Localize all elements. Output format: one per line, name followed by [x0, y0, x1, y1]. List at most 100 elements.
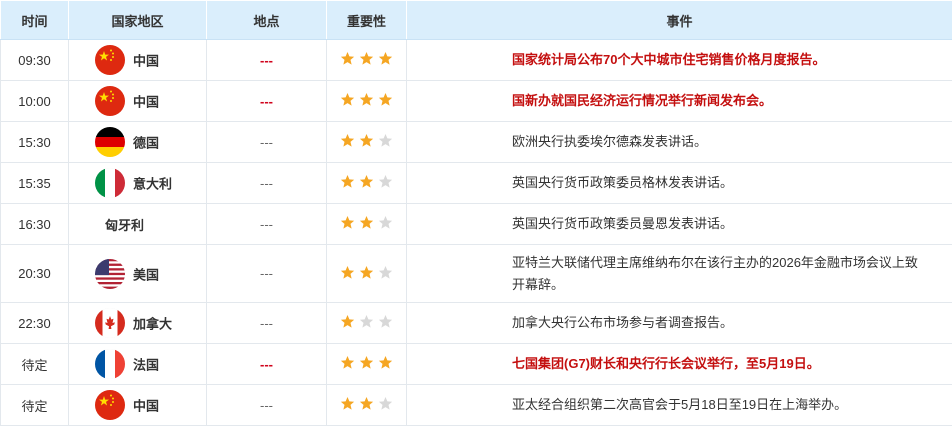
header-region: 国家地区 — [68, 0, 207, 40]
star-empty-icon — [359, 314, 374, 329]
country-name: 美国 — [133, 267, 160, 282]
china-flag-icon — [95, 86, 125, 116]
table-row: 15:30 德国 --- 欧洲央行执委埃尔德森发表讲话。 — [0, 121, 952, 163]
row-event: 七国集团(G7)财长和央行行长会议举行，至5月19日。 — [406, 343, 952, 385]
star-filled-icon — [378, 355, 393, 370]
star-filled-icon — [359, 215, 374, 230]
star-filled-icon — [340, 51, 355, 66]
row-location: --- — [206, 244, 327, 303]
star-filled-icon — [340, 396, 355, 411]
star-filled-icon — [340, 133, 355, 148]
table-row: 16:30 匈牙利 --- 英国央行货币政策委员曼恩发表讲话。 — [0, 203, 952, 245]
country-name: 中国 — [133, 53, 160, 69]
row-region: 中国 — [68, 39, 207, 81]
china-flag-icon — [95, 45, 125, 75]
canada-flag-icon — [95, 308, 125, 338]
row-time: 09:30 — [0, 39, 69, 81]
row-location: --- — [206, 384, 327, 426]
table-body: 09:30 中国 --- 国家统计局公布70个大中城市住宅销售价格月度报告。 10:00… — [0, 39, 952, 426]
row-time: 待定 — [0, 343, 69, 385]
header-importance: 重要性 — [326, 0, 407, 40]
row-location: --- — [206, 203, 327, 245]
importance-stars — [340, 174, 393, 189]
row-importance — [326, 384, 407, 426]
row-region: 美国 — [68, 244, 207, 303]
row-event: 亚特兰大联储代理主席维纳布尔在该行主办的2026年金融市场会议上致开幕辞。 — [406, 244, 952, 303]
country-name: 中国 — [133, 94, 160, 110]
star-filled-icon — [359, 133, 374, 148]
row-location: --- — [206, 80, 327, 122]
table-row: 15:35 意大利 --- 英国央行货币政策委员格林发表讲话。 — [0, 162, 952, 204]
table-row: 10:00 中国 --- 国新办就国民经济运行情况举行新闻发布会。 — [0, 80, 952, 122]
row-event: 英国央行货币政策委员格林发表讲话。 — [406, 162, 952, 204]
table-row: 待定 中国 --- 亚太经合组织第二次高官会于5月18日至19日在上海举办。 — [0, 384, 952, 426]
row-region: 中国 — [68, 384, 207, 426]
star-empty-icon — [378, 133, 393, 148]
row-time: 22:30 — [0, 302, 69, 344]
importance-stars — [340, 265, 393, 280]
star-filled-icon — [359, 355, 374, 370]
row-location: --- — [206, 343, 327, 385]
importance-stars — [340, 51, 393, 66]
row-time: 15:30 — [0, 121, 69, 163]
row-importance — [326, 39, 407, 81]
row-region: 中国 — [68, 80, 207, 122]
row-event: 国家统计局公布70个大中城市住宅销售价格月度报告。 — [406, 39, 952, 81]
table-row: 22:30 加拿大 --- 加拿大央行公布市场参与者调查报告。 — [0, 302, 952, 344]
row-region: 加拿大 — [68, 302, 207, 344]
star-filled-icon — [340, 314, 355, 329]
star-filled-icon — [340, 265, 355, 280]
importance-stars — [340, 314, 393, 329]
row-location: --- — [206, 302, 327, 344]
importance-stars — [340, 133, 393, 148]
star-filled-icon — [359, 174, 374, 189]
star-filled-icon — [340, 174, 355, 189]
row-importance — [326, 121, 407, 163]
row-region: 意大利 — [68, 162, 207, 204]
country-name: 德国 — [133, 135, 160, 151]
row-region: 法国 — [68, 343, 207, 385]
row-location: --- — [206, 162, 327, 204]
usa-flag-icon — [95, 258, 125, 289]
row-importance — [326, 302, 407, 344]
star-filled-icon — [340, 355, 355, 370]
importance-stars — [340, 355, 393, 370]
star-filled-icon — [359, 51, 374, 66]
importance-stars — [340, 396, 393, 411]
country-name: 中国 — [133, 398, 160, 414]
italy-flag-icon — [95, 168, 125, 198]
row-region: 德国 — [68, 121, 207, 163]
table-row: 09:30 中国 --- 国家统计局公布70个大中城市住宅销售价格月度报告。 — [0, 39, 952, 81]
row-importance — [326, 80, 407, 122]
row-event: 英国央行货币政策委员曼恩发表讲话。 — [406, 203, 952, 245]
star-empty-icon — [378, 314, 393, 329]
row-event: 亚太经合组织第二次高官会于5月18日至19日在上海举办。 — [406, 384, 952, 426]
country-name: 加拿大 — [133, 316, 173, 332]
country-name: 意大利 — [133, 176, 173, 192]
row-importance — [326, 203, 407, 245]
row-event: 国新办就国民经济运行情况举行新闻发布会。 — [406, 80, 952, 122]
china-flag-icon — [95, 390, 125, 420]
star-filled-icon — [378, 92, 393, 107]
row-location: --- — [206, 121, 327, 163]
row-time: 20:30 — [0, 244, 69, 303]
row-importance — [326, 343, 407, 385]
header-location: 地点 — [206, 0, 327, 40]
header-time: 时间 — [0, 0, 69, 40]
row-event: 加拿大央行公布市场参与者调查报告。 — [406, 302, 952, 344]
star-filled-icon — [359, 265, 374, 280]
table-row: 20:30 美国 --- 亚特兰大联储代理主席维纳布尔在该行主办的2026年金融市场会… — [0, 244, 952, 303]
header-event: 事件 — [406, 0, 952, 40]
star-empty-icon — [378, 215, 393, 230]
row-location: --- — [206, 39, 327, 81]
star-empty-icon — [378, 396, 393, 411]
star-empty-icon — [378, 174, 393, 189]
importance-stars — [340, 215, 393, 230]
row-time: 15:35 — [0, 162, 69, 204]
star-filled-icon — [378, 51, 393, 66]
france-flag-icon — [95, 349, 125, 379]
row-time: 16:30 — [0, 203, 69, 245]
table-row: 待定 法国 --- 七国集团(G7)财长和央行行长会议举行，至5月19日。 — [0, 343, 952, 385]
star-filled-icon — [359, 396, 374, 411]
row-importance — [326, 244, 407, 303]
